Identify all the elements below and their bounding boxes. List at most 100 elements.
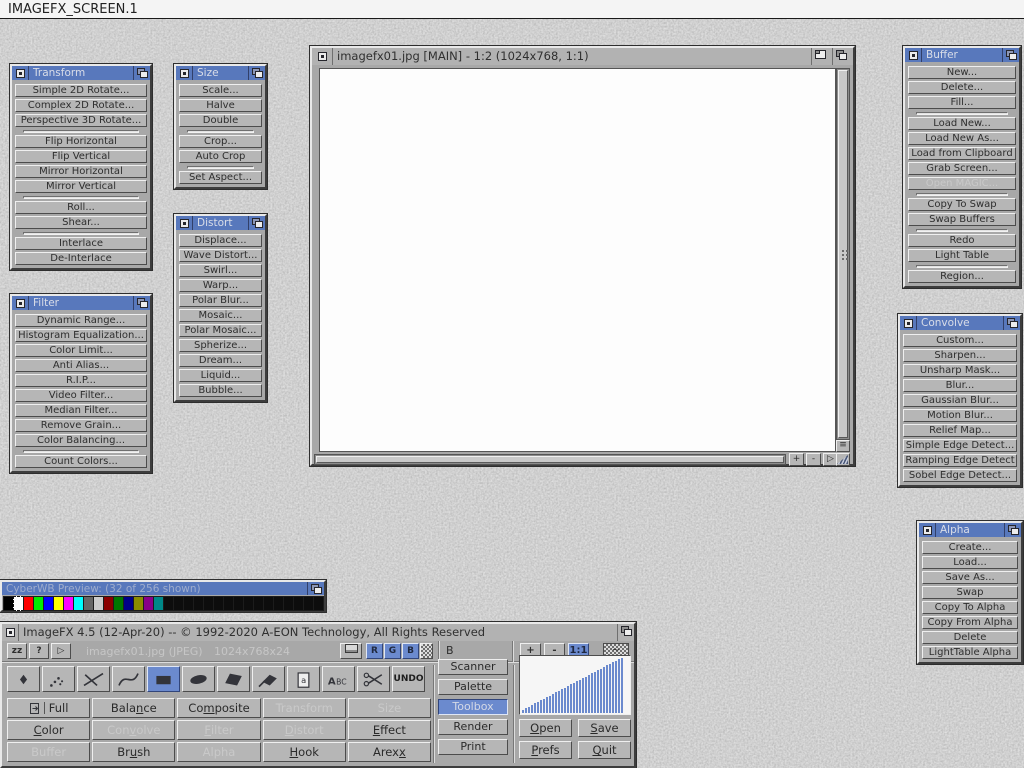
command-balance[interactable]: Balance: [92, 698, 175, 718]
command-full[interactable]: Full: [7, 698, 90, 718]
prefs-button[interactable]: Prefs: [519, 741, 572, 759]
button-liquid[interactable]: Liquid...: [179, 369, 262, 382]
button-mirror-vertical[interactable]: Mirror Vertical: [15, 180, 147, 193]
button-simple-edge-detect[interactable]: Simple Edge Detect...: [903, 439, 1017, 452]
screen-titlebar[interactable]: IMAGEFX_SCREEN.1: [0, 0, 1024, 19]
button-dynamic-range[interactable]: Dynamic Range...: [15, 314, 147, 327]
airbrush-tool[interactable]: [42, 666, 75, 692]
button-redo[interactable]: Redo: [908, 234, 1016, 247]
curve-tool[interactable]: [112, 666, 145, 692]
command-composite[interactable]: Composite: [177, 698, 260, 718]
button-scale[interactable]: Scale...: [179, 84, 262, 97]
mode-palette[interactable]: Palette: [438, 679, 508, 695]
button-relief-map[interactable]: Relief Map...: [903, 424, 1017, 437]
box-tool[interactable]: [147, 666, 180, 692]
toolbox-titlebar[interactable]: ImageFX 4.5 (12-Apr-20) -- © 1992-2020 A…: [2, 624, 634, 641]
button-double[interactable]: Double: [179, 114, 262, 127]
depth-icon[interactable]: [248, 66, 265, 80]
save-button[interactable]: Save: [578, 719, 631, 737]
close-icon[interactable]: [176, 66, 193, 80]
button-load-from-clipboard[interactable]: Load from Clipboard: [908, 147, 1016, 160]
button-color-limit[interactable]: Color Limit...: [15, 344, 147, 357]
button-copy-from-alpha[interactable]: Copy From Alpha: [922, 616, 1018, 629]
button-sharpen[interactable]: Sharpen...: [903, 349, 1017, 362]
button-mosaic[interactable]: Mosaic...: [179, 309, 262, 322]
button-delete[interactable]: Delete: [922, 631, 1018, 644]
button-load[interactable]: Load...: [922, 556, 1018, 569]
button-unsharp-mask[interactable]: Unsharp Mask...: [903, 364, 1017, 377]
close-icon[interactable]: [12, 66, 29, 80]
quit-button[interactable]: Quit: [578, 741, 631, 759]
button-roll[interactable]: Roll...: [15, 201, 147, 214]
button-r-i-p[interactable]: R.I.P...: [15, 374, 147, 387]
button-swirl[interactable]: Swirl...: [179, 264, 262, 277]
panel-titlebar[interactable]: Filter: [12, 296, 150, 310]
green-channel-button[interactable]: G: [384, 643, 401, 659]
command-arexx[interactable]: Arexx: [348, 742, 431, 762]
mode-scanner[interactable]: Scanner: [438, 659, 508, 675]
button-swap[interactable]: Swap: [922, 586, 1018, 599]
button-sobel-edge-detect[interactable]: Sobel Edge Detect...: [903, 469, 1017, 482]
button-copy-to-swap[interactable]: Copy To Swap: [908, 198, 1016, 211]
button-spherize[interactable]: Spherize...: [179, 339, 262, 352]
mode-toolbox[interactable]: Toolbox: [438, 699, 508, 715]
button-blur[interactable]: Blur...: [903, 379, 1017, 392]
panel-titlebar[interactable]: Distort: [176, 216, 265, 230]
depth-icon[interactable]: [248, 216, 265, 230]
depth-icon[interactable]: [617, 624, 634, 641]
depth-icon[interactable]: [133, 296, 150, 310]
button-simple-2d-rotate[interactable]: Simple 2D Rotate...: [15, 84, 147, 97]
close-icon[interactable]: [900, 316, 917, 330]
scissors-tool[interactable]: [357, 666, 390, 692]
button-custom[interactable]: Custom...: [903, 334, 1017, 347]
button-light-table[interactable]: Light Table: [908, 249, 1016, 262]
blue-channel-button[interactable]: B: [402, 643, 419, 659]
panel-titlebar[interactable]: Buffer: [905, 48, 1019, 62]
zoom-out-button[interactable]: -: [806, 453, 821, 466]
depth-icon[interactable]: [307, 582, 324, 595]
button-copy-to-alpha[interactable]: Copy To Alpha: [922, 601, 1018, 614]
mode-print[interactable]: Print: [438, 739, 508, 755]
image-window-titlebar[interactable]: imagefx01.jpg [MAIN] - 1:2 (1024x768, 1:…: [312, 48, 853, 65]
button-gaussian-blur[interactable]: Gaussian Blur...: [903, 394, 1017, 407]
screen-mode-button[interactable]: [340, 643, 362, 659]
zoom-gadget-icon[interactable]: [811, 48, 832, 65]
close-icon[interactable]: [176, 216, 193, 230]
image-canvas[interactable]: [319, 68, 836, 452]
button-create[interactable]: Create...: [922, 541, 1018, 554]
oval-tool[interactable]: [182, 666, 215, 692]
button-remove-grain[interactable]: Remove Grain...: [15, 419, 147, 432]
button-shear[interactable]: Shear...: [15, 216, 147, 229]
button-color-balancing[interactable]: Color Balancing...: [15, 434, 147, 447]
depth-icon[interactable]: [1003, 316, 1020, 330]
vertical-scrollbar-thumb[interactable]: [838, 70, 848, 438]
button-swap-buffers[interactable]: Swap Buffers: [908, 213, 1016, 226]
button-flip-vertical[interactable]: Flip Vertical: [15, 150, 147, 163]
panel-titlebar[interactable]: Alpha: [919, 523, 1021, 537]
depth-icon[interactable]: [832, 48, 853, 65]
panel-titlebar[interactable]: Size: [176, 66, 265, 80]
open-button[interactable]: Open: [519, 719, 572, 737]
close-icon[interactable]: [919, 523, 936, 537]
button-perspective-3d-rotate[interactable]: Perspective 3D Rotate...: [15, 114, 147, 127]
mode-render[interactable]: Render: [438, 719, 508, 735]
close-icon[interactable]: [905, 48, 922, 62]
button-interlace[interactable]: Interlace: [15, 237, 147, 250]
button-polar-blur[interactable]: Polar Blur...: [179, 294, 262, 307]
button-delete[interactable]: Delete...: [908, 81, 1016, 94]
fill-tool[interactable]: [252, 666, 285, 692]
alpha-channel-button[interactable]: [420, 643, 433, 659]
panel-titlebar[interactable]: Transform: [12, 66, 150, 80]
button-warp[interactable]: Warp...: [179, 279, 262, 292]
button-grab-screen[interactable]: Grab Screen...: [908, 162, 1016, 175]
button-auto-crop[interactable]: Auto Crop: [179, 150, 262, 163]
command-hook[interactable]: Hook: [263, 742, 346, 762]
button-de-interlace[interactable]: De-Interlace: [15, 252, 147, 265]
arexx-play-button[interactable]: ▷: [51, 643, 71, 659]
button-save-as[interactable]: Save As...: [922, 571, 1018, 584]
depth-icon[interactable]: [1004, 523, 1021, 537]
close-icon[interactable]: [2, 624, 19, 641]
button-polar-mosaic[interactable]: Polar Mosaic...: [179, 324, 262, 337]
button-flip-horizontal[interactable]: Flip Horizontal: [15, 135, 147, 148]
line-tool[interactable]: [77, 666, 110, 692]
